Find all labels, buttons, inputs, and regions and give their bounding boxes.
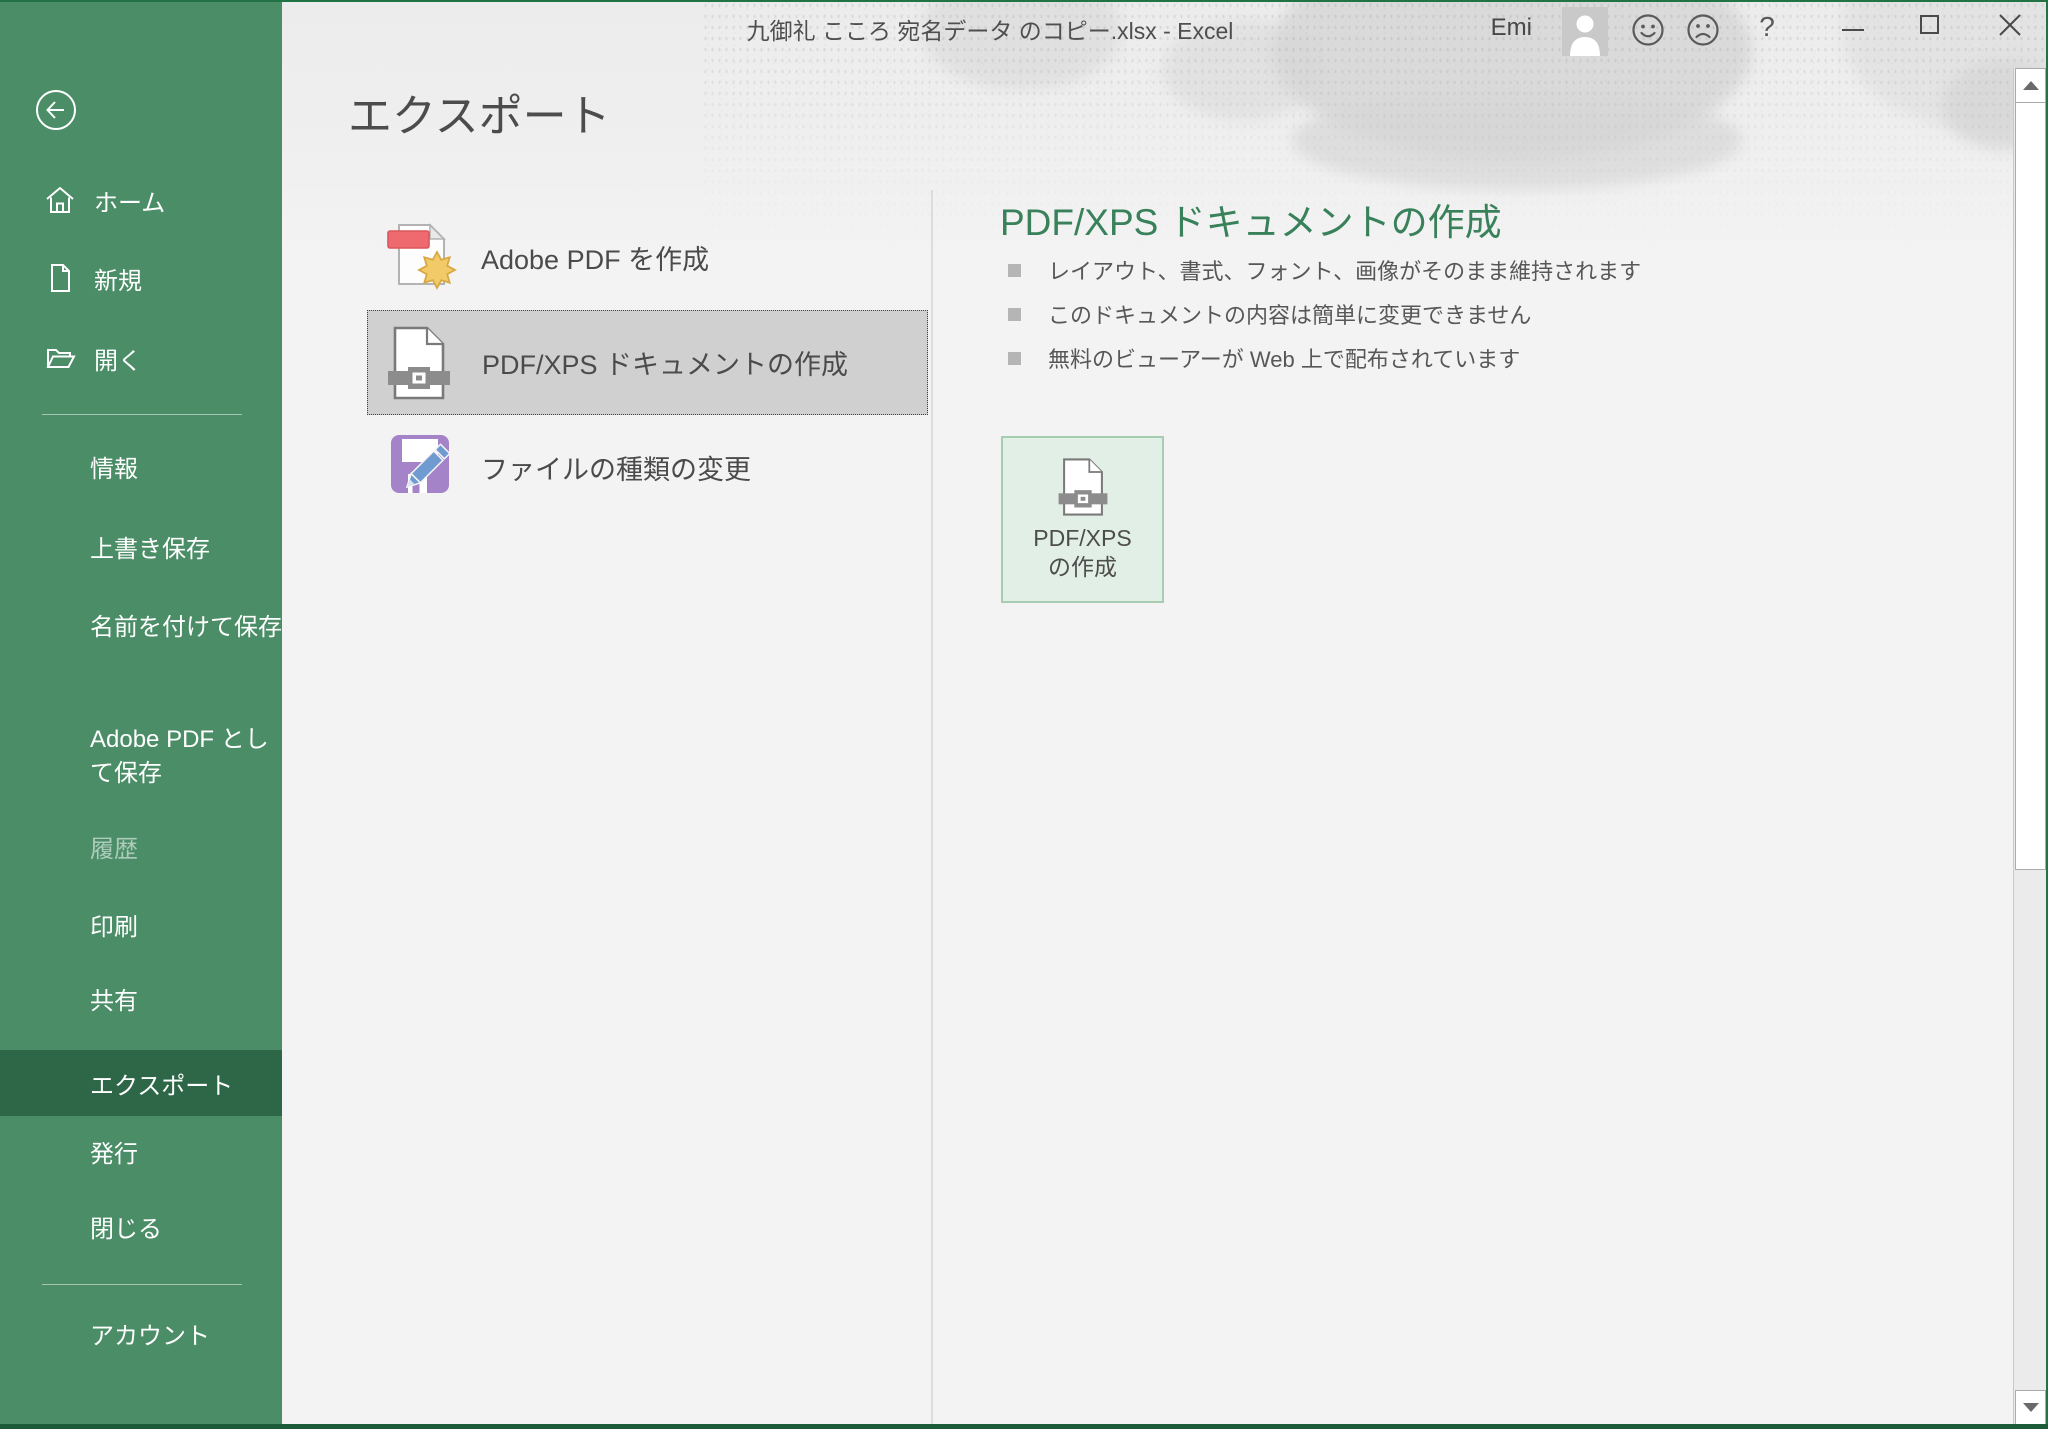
- frowny-icon: [1686, 13, 1720, 47]
- sidebar-item-save[interactable]: 上書き保存: [90, 533, 282, 567]
- sidebar-item-info[interactable]: 情報: [90, 453, 282, 487]
- open-folder-icon: [44, 342, 76, 374]
- new-document-icon: [44, 262, 76, 294]
- option-label: ファイルの種類の変更: [481, 448, 751, 487]
- close-icon: [1998, 13, 2022, 37]
- sidebar-divider: [42, 1284, 242, 1285]
- back-button[interactable]: [34, 88, 78, 132]
- sidebar-item-save-as-adobe-pdf[interactable]: Adobe PDF として保存: [90, 723, 282, 791]
- minimize-button[interactable]: [1828, 2, 1878, 48]
- bullet-square-icon: [1008, 308, 1021, 321]
- button-label-line1: PDF/XPS: [1033, 524, 1131, 553]
- sidebar-item-close[interactable]: 閉じる: [90, 1213, 282, 1247]
- bullet-text: 無料のビューアーが Web 上で配布されています: [1048, 342, 1520, 374]
- sidebar-divider: [42, 414, 242, 415]
- bullet-item: レイアウト、書式、フォント、画像がそのまま維持されます: [1000, 248, 1641, 292]
- scroll-down-button[interactable]: [2015, 1390, 2046, 1425]
- sidebar-item-label: 新規: [94, 261, 142, 296]
- help-button[interactable]: ?: [1752, 11, 1782, 43]
- adobe-pdf-document-icon: [385, 218, 481, 298]
- sidebar-item-account[interactable]: アカウント: [90, 1320, 282, 1354]
- sidebar-item-new[interactable]: 新規: [44, 257, 142, 299]
- vertical-scrollbar[interactable]: [2013, 68, 2046, 1429]
- window-border-top: [0, 0, 2048, 2]
- feedback-frown-button[interactable]: [1686, 13, 1720, 47]
- bullet-item: このドキュメントの内容は簡単に変更できません: [1000, 292, 1641, 336]
- option-label: Adobe PDF を作成: [481, 238, 709, 277]
- sidebar-item-publish[interactable]: 発行: [90, 1138, 282, 1172]
- sidebar-item-label: ホーム: [94, 183, 165, 218]
- create-pdf-xps-button[interactable]: PDF/XPS の作成: [1001, 436, 1164, 603]
- sidebar-item-label: 開く: [94, 341, 142, 376]
- triangle-up-icon: [2023, 81, 2039, 90]
- scroll-up-button[interactable]: [2015, 68, 2046, 103]
- feedback-smile-button[interactable]: [1631, 13, 1665, 47]
- page-title: エクスポート: [348, 80, 611, 144]
- pane-divider: [931, 190, 933, 1424]
- background-cloud: [1292, 90, 1742, 190]
- account-user-name[interactable]: Emi: [1450, 14, 1532, 42]
- option-label: PDF/XPS ドキュメントの作成: [482, 343, 848, 382]
- bullet-text: このドキュメントの内容は簡単に変更できません: [1048, 298, 1531, 330]
- triangle-down-icon: [2023, 1403, 2039, 1412]
- pdf-xps-document-icon: [386, 324, 482, 402]
- bullet-text: レイアウト、書式、フォント、画像がそのまま維持されます: [1048, 254, 1641, 286]
- option-change-file-type[interactable]: ファイルの種類の変更: [367, 415, 928, 520]
- excel-backstage-window: 九御礼 こころ 宛名データ のコピー.xlsx - Excel Emi ?: [0, 0, 2048, 1429]
- maximize-icon: [1919, 14, 1941, 36]
- sidebar-item-label: エクスポート: [90, 1066, 233, 1101]
- sidebar-item-print[interactable]: 印刷: [90, 911, 282, 945]
- window-border-bottom: [0, 1424, 2048, 1429]
- sidebar-item-home[interactable]: ホーム: [44, 179, 165, 221]
- button-label-line2: の作成: [1048, 553, 1117, 582]
- bullet-item: 無料のビューアーが Web 上で配布されています: [1000, 336, 1641, 380]
- feature-bullet-list: レイアウト、書式、フォント、画像がそのまま維持されます このドキュメントの内容は…: [1000, 248, 1641, 380]
- scrollbar-thumb[interactable]: [2015, 102, 2046, 870]
- close-button[interactable]: [1985, 2, 2035, 48]
- change-file-type-icon: [385, 429, 481, 507]
- sidebar-item-save-as[interactable]: 名前を付けて保存: [90, 611, 282, 645]
- bullet-square-icon: [1008, 352, 1021, 365]
- bullet-square-icon: [1008, 264, 1021, 277]
- sidebar-item-open[interactable]: 開く: [44, 337, 142, 379]
- sidebar-item-export[interactable]: エクスポート: [0, 1050, 282, 1116]
- detail-heading: PDF/XPS ドキュメントの作成: [1000, 192, 1502, 246]
- sidebar-item-history: 履歴: [90, 833, 282, 867]
- maximize-button[interactable]: [1905, 2, 1955, 48]
- person-icon: [1562, 7, 1608, 56]
- window-title: 九御礼 こころ 宛名データ のコピー.xlsx - Excel: [710, 12, 1270, 46]
- pdf-xps-document-icon: [1057, 455, 1109, 524]
- minimize-icon: [1841, 13, 1865, 37]
- home-icon: [44, 184, 76, 216]
- user-avatar[interactable]: [1562, 7, 1608, 56]
- smiley-icon: [1631, 13, 1665, 47]
- backstage-sidebar: ホーム 新規 開く 情報 上書き保存 名前を付けて保存 Adobe PDF とし…: [0, 0, 282, 1429]
- option-create-pdf-xps[interactable]: PDF/XPS ドキュメントの作成: [367, 310, 928, 415]
- option-create-adobe-pdf[interactable]: Adobe PDF を作成: [367, 205, 928, 310]
- sidebar-item-share[interactable]: 共有: [90, 985, 282, 1019]
- back-arrow-icon: [34, 88, 78, 132]
